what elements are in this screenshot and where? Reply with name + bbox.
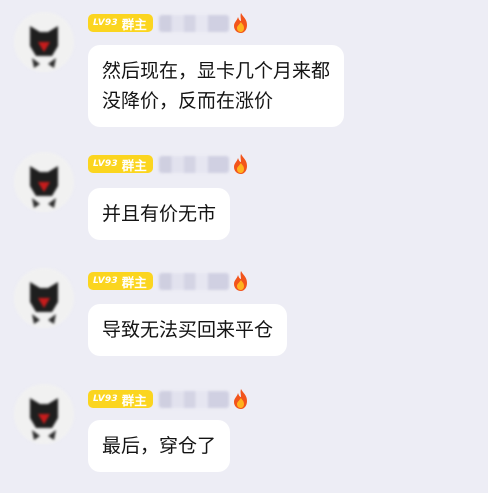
role-label: 群主 <box>121 392 147 408</box>
sender-name[interactable] <box>158 272 229 290</box>
message-line: 然后现在，显卡几个月来都 <box>102 60 331 82</box>
message-line: 最后，穿仓了 <box>102 435 217 457</box>
avatar[interactable] <box>14 152 74 212</box>
role-badge: LV93 群主 <box>88 155 153 173</box>
role-badge: LV93 群主 <box>88 14 153 32</box>
avatar-icon <box>14 152 74 212</box>
level-label: LV93 <box>93 394 118 404</box>
sender-name[interactable] <box>158 14 229 32</box>
sender-name[interactable] <box>158 390 229 408</box>
message-line: 导致无法买回来平仓 <box>102 319 274 341</box>
message-bubble[interactable]: 然后现在，显卡几个月来都 没降价，反而在涨价 <box>88 45 345 127</box>
role-label: 群主 <box>121 274 147 290</box>
avatar[interactable] <box>14 384 74 444</box>
sender-meta: LV93 群主 <box>88 270 251 292</box>
flame-icon <box>233 154 247 174</box>
chat-screen: { "messages": [ { "level": "LV93", "role… <box>0 0 488 493</box>
avatar[interactable] <box>14 268 74 328</box>
message-line: 没降价，反而在涨价 <box>102 90 274 112</box>
level-label: LV93 <box>93 276 118 286</box>
role-label: 群主 <box>121 16 147 32</box>
sender-meta: LV93 群主 <box>88 388 251 410</box>
avatar-icon <box>14 12 74 72</box>
flame-icon <box>233 389 247 409</box>
sender-name[interactable] <box>158 155 229 173</box>
sender-meta: LV93 群主 <box>88 153 251 175</box>
message-bubble[interactable]: 最后，穿仓了 <box>88 420 231 472</box>
message-bubble[interactable]: 并且有价无市 <box>88 188 231 240</box>
sender-meta: LV93 群主 <box>88 12 251 34</box>
role-badge: LV93 群主 <box>88 390 153 408</box>
message-bubble[interactable]: 导致无法买回来平仓 <box>88 304 288 356</box>
avatar-icon <box>14 384 74 444</box>
role-badge: LV93 群主 <box>88 272 153 290</box>
avatar-icon <box>14 268 74 328</box>
level-label: LV93 <box>93 18 118 28</box>
role-label: 群主 <box>121 157 147 173</box>
flame-icon <box>233 271 247 291</box>
level-label: LV93 <box>93 159 118 169</box>
flame-icon <box>233 13 247 33</box>
message-line: 并且有价无市 <box>102 203 217 225</box>
avatar[interactable] <box>14 12 74 72</box>
